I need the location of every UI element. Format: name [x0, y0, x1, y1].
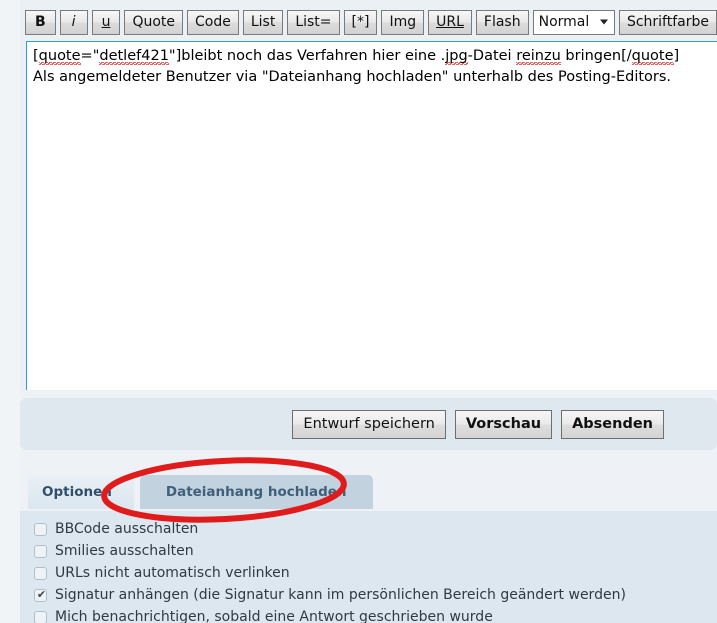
misspelled-word: quote	[631, 48, 674, 65]
tab-dateianhang-hochladen[interactable]: Dateianhang hochladen	[139, 475, 373, 509]
bold-button[interactable]: B	[25, 9, 56, 35]
option-bbcode-ausschalten[interactable]: BBCode ausschalten	[34, 518, 717, 540]
chevron-down-icon	[599, 19, 608, 25]
checkbox-icon[interactable]	[34, 610, 47, 623]
option-label: Smilies ausschalten	[55, 543, 194, 559]
option-label: BBCode ausschalten	[55, 521, 199, 537]
checkbox-icon[interactable]	[34, 544, 47, 558]
submit-button-panel: Entwurf speichern Vorschau Absenden	[20, 398, 717, 450]
font-color-button[interactable]: Schriftfarbe	[618, 9, 717, 35]
message-text: ]	[673, 48, 680, 64]
option-label: Mich benachrichtigen, sobald eine Antwor…	[55, 609, 493, 623]
option-signatur-anhaengen[interactable]: Signatur anhängen (die Signatur kann im …	[34, 584, 717, 606]
font-size-select-value: Normal	[538, 14, 590, 30]
misspelled-word: quote	[38, 48, 81, 65]
flash-button[interactable]: Flash	[475, 9, 529, 35]
message-text: -Datei	[467, 48, 517, 64]
message-line-1: [quote="detlef421"]bleibt noch das Verfa…	[33, 46, 711, 67]
options-tabs: Optionen Dateianhang hochladen	[28, 475, 373, 509]
code-button[interactable]: Code	[187, 9, 239, 35]
misspelled-word: reinzu	[516, 48, 561, 65]
message-textarea[interactable]: [quote="detlef421"]bleibt noch das Verfa…	[26, 41, 717, 392]
checkbox-icon[interactable]	[34, 587, 48, 602]
bbcode-toolbar: Bi u Quote Code List List= [*] Img URL Flash Norma…	[20, 7, 717, 37]
message-line-2: Als angemeldeter Benutzer via "Dateianha…	[33, 67, 711, 88]
message-text: "]bleibt noch das Verfahren hier eine .	[168, 48, 446, 64]
option-smilies-ausschalten[interactable]: Smilies ausschalten	[34, 540, 717, 562]
option-benachrichtigen[interactable]: Mich benachrichtigen, sobald eine Antwor…	[34, 606, 717, 623]
left-gutter	[0, 0, 20, 623]
misspelled-word: detlef421	[99, 48, 169, 65]
editor-panel: Bi u Quote Code List List= [*] Img URL Flash Norma…	[20, 0, 717, 392]
url-button[interactable]: URL	[428, 9, 472, 35]
quote-button[interactable]: Quote	[124, 9, 183, 35]
post-editor-page: Bi u Quote Code List List= [*] Img URL Flash Norma…	[0, 0, 717, 623]
checkbox-icon[interactable]	[34, 522, 47, 536]
message-text: Als angemeldeter Benutzer via "Dateianha…	[33, 69, 672, 85]
italic-button[interactable]: i	[59, 9, 88, 35]
list-item-button[interactable]: [*]	[343, 9, 378, 35]
option-label: Signatur anhängen (die Signatur kann im …	[55, 587, 626, 603]
save-draft-button[interactable]: Entwurf speichern	[292, 409, 446, 439]
list-button[interactable]: List	[242, 9, 284, 35]
font-size-select[interactable]: Normal	[532, 9, 615, 35]
message-text: [	[33, 48, 39, 64]
preview-button[interactable]: Vorschau	[454, 409, 553, 439]
checkbox-icon[interactable]	[34, 566, 47, 580]
underline-button[interactable]: u	[91, 9, 121, 35]
option-label: URLs nicht automatisch verlinken	[55, 565, 290, 581]
misspelled-word: jpg	[445, 48, 468, 65]
submit-button[interactable]: Absenden	[561, 409, 664, 439]
ordered-list-button[interactable]: List=	[287, 9, 340, 35]
message-text: ="	[80, 48, 100, 64]
options-panel: BBCode ausschalten Smilies ausschalten URL…	[20, 511, 717, 623]
option-urls-nicht-verlinken[interactable]: URLs nicht automatisch verlinken	[34, 562, 717, 584]
tab-optionen[interactable]: Optionen	[28, 475, 134, 509]
message-text: bringen[/	[560, 48, 632, 64]
image-button[interactable]: Img	[381, 9, 425, 35]
